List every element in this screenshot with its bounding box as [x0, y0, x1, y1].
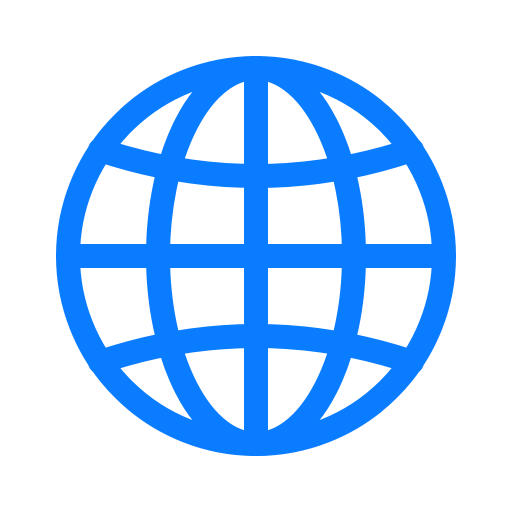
globe-icon — [56, 56, 456, 456]
icon-canvas — [0, 0, 512, 512]
